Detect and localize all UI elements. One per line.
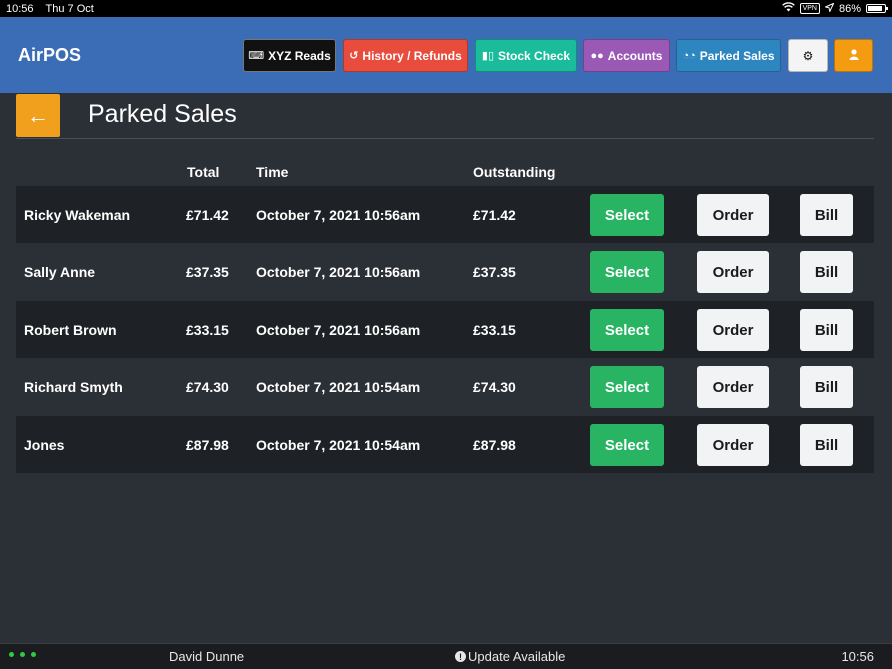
- connection-status-dots: [9, 652, 36, 657]
- current-user: David Dunne: [169, 649, 245, 664]
- row-time: October 7, 2021 10:54am: [256, 379, 421, 395]
- row-total: £71.42: [186, 207, 229, 223]
- gear-icon: ⚙: [802, 48, 814, 63]
- select-button[interactable]: Select: [590, 424, 664, 466]
- arrow-left-icon: ←: [27, 102, 49, 128]
- wifi-icon: [781, 2, 795, 15]
- user-button[interactable]: [834, 39, 873, 72]
- back-button[interactable]: ←: [16, 94, 60, 137]
- row-time: October 7, 2021 10:56am: [256, 264, 421, 280]
- history-refunds-button[interactable]: ↺ History / Refunds: [343, 39, 468, 72]
- row-time: October 7, 2021 10:56am: [256, 207, 421, 223]
- table-row: Richard Smyth £74.30 October 7, 2021 10:…: [16, 358, 874, 415]
- select-button[interactable]: Select: [590, 194, 664, 236]
- order-button[interactable]: Order: [697, 251, 769, 293]
- order-button[interactable]: Order: [697, 194, 769, 236]
- order-button[interactable]: Order: [697, 424, 769, 466]
- status-dot: [31, 652, 36, 657]
- parked-sales-label: Parked Sales: [699, 48, 775, 63]
- battery-percent: 86%: [838, 2, 861, 15]
- header-total: Total: [187, 164, 220, 180]
- row-total: £87.98: [186, 437, 229, 453]
- row-name: Jones: [24, 437, 65, 453]
- update-label: Update Available: [468, 649, 566, 664]
- users-icon: ●●: [590, 49, 604, 62]
- xyz-reads-button[interactable]: ⌨ XYZ Reads: [243, 39, 336, 72]
- page-title: Parked Sales: [88, 100, 237, 128]
- battery-icon: [866, 4, 888, 13]
- bill-button[interactable]: Bill: [800, 251, 853, 293]
- row-outstanding: £74.30: [473, 379, 516, 395]
- row-time: October 7, 2021 10:54am: [256, 437, 421, 453]
- row-total: £37.35: [186, 264, 229, 280]
- status-dot: [9, 652, 14, 657]
- row-total: £74.30: [186, 379, 229, 395]
- row-time: October 7, 2021 10:56am: [256, 322, 421, 338]
- header-time: Time: [256, 164, 289, 180]
- keyboard-icon: ⌨: [248, 50, 265, 62]
- bill-button[interactable]: Bill: [800, 309, 853, 351]
- select-button[interactable]: Select: [590, 309, 664, 351]
- stock-check-label: Stock Check: [498, 48, 571, 63]
- history-icon: ↺: [349, 50, 359, 62]
- row-total: £33.15: [186, 322, 229, 338]
- select-button[interactable]: Select: [590, 366, 664, 408]
- status-right: VPN 86%: [781, 2, 888, 15]
- ios-status-bar: 10:56 Thu 7 Oct VPN 86%: [0, 0, 892, 17]
- row-outstanding: £71.42: [473, 207, 516, 223]
- table-row: Sally Anne £37.35 October 7, 2021 10:56a…: [16, 243, 874, 300]
- footer-clock: 10:56: [841, 649, 874, 664]
- vpn-badge: VPN: [799, 3, 820, 14]
- app-header: AirPOS ⌨ XYZ Reads ↺ History / Refunds ▮…: [0, 17, 892, 93]
- row-outstanding: £87.98: [473, 437, 516, 453]
- row-name: Sally Anne: [24, 264, 96, 280]
- row-outstanding: £37.35: [473, 264, 516, 280]
- table-header: Total Time Outstanding: [16, 158, 874, 184]
- header-outstanding: Outstanding: [473, 164, 556, 180]
- settings-button[interactable]: ⚙: [788, 39, 828, 72]
- info-icon: !: [455, 651, 466, 662]
- select-button[interactable]: Select: [590, 251, 664, 293]
- row-name: Richard Smyth: [24, 379, 123, 395]
- table-row: Robert Brown £33.15 October 7, 2021 10:5…: [16, 301, 874, 358]
- status-dot: [20, 652, 25, 657]
- xyz-reads-label: XYZ Reads: [268, 48, 331, 63]
- parked-sales-button[interactable]: ◔◔ Parked Sales: [676, 39, 781, 72]
- row-outstanding: £33.15: [473, 322, 516, 338]
- bill-button[interactable]: Bill: [800, 424, 853, 466]
- title-divider: [16, 138, 874, 139]
- stock-check-button[interactable]: ▮▯ Stock Check: [475, 39, 577, 72]
- accounts-button[interactable]: ●● Accounts: [583, 39, 670, 72]
- location-icon: [823, 2, 835, 15]
- accounts-label: Accounts: [607, 48, 663, 63]
- battery-fill: [868, 6, 882, 11]
- barcode-icon: ▮▯: [481, 50, 495, 62]
- row-name: Robert Brown: [24, 322, 117, 338]
- app-footer: David Dunne ! Update Available 10:56: [0, 643, 892, 669]
- binoculars-icon: ◔◔: [682, 49, 696, 62]
- table-row: Jones £87.98 October 7, 2021 10:54am £87…: [16, 416, 874, 473]
- table-row: Ricky Wakeman £71.42 October 7, 2021 10:…: [16, 186, 874, 243]
- order-button[interactable]: Order: [697, 309, 769, 351]
- status-date: Thu 7 Oct: [45, 2, 94, 15]
- update-available-link[interactable]: ! Update Available: [455, 649, 565, 664]
- bill-button[interactable]: Bill: [800, 366, 853, 408]
- app-brand: AirPOS: [18, 45, 82, 65]
- user-icon: [849, 48, 859, 63]
- bill-button[interactable]: Bill: [800, 194, 853, 236]
- order-button[interactable]: Order: [697, 366, 769, 408]
- row-name: Ricky Wakeman: [24, 207, 131, 223]
- status-time: 10:56: [6, 2, 34, 15]
- history-refunds-label: History / Refunds: [362, 48, 462, 63]
